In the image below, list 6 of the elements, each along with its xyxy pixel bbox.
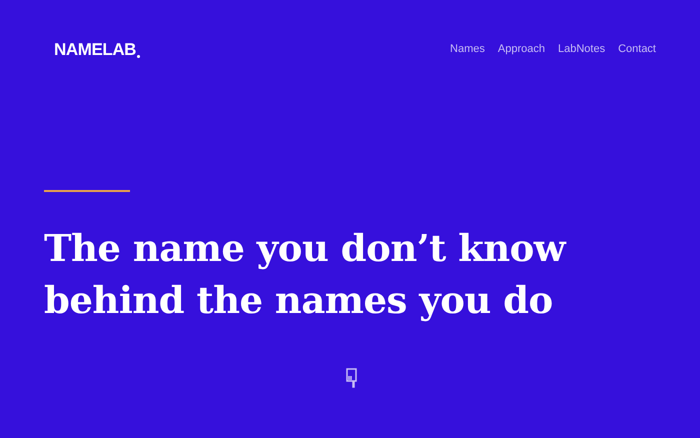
logo[interactable]: NAMELAB <box>54 41 136 58</box>
nav-link[interactable]: Approach <box>498 41 545 58</box>
nav-link[interactable]: Contact <box>618 41 656 58</box>
headline: The name you don’t know behind the names you do <box>44 225 568 324</box>
nav-link[interactable]: Names <box>450 41 485 58</box>
nav-link[interactable]: LabNotes <box>558 41 606 58</box>
